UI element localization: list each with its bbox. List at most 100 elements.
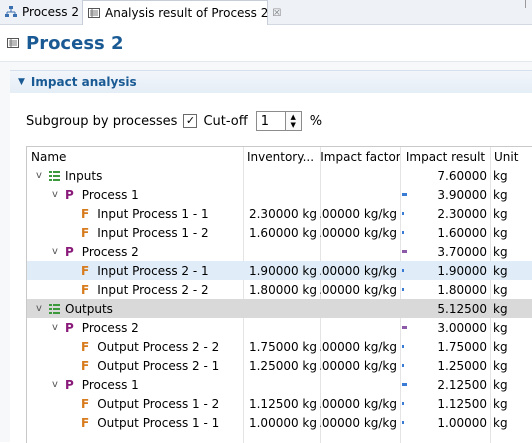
expand-chevron-icon[interactable]: v (49, 322, 61, 333)
name-cell: F Input Process 2 - 1 (27, 261, 243, 280)
column-header-unit[interactable]: Unit (490, 147, 532, 166)
table-row[interactable]: v P Process 2 3.70000 kg (27, 242, 532, 261)
impact-result-cell: 1.12500 (400, 394, 490, 413)
flow-icon: F (81, 415, 90, 430)
table-row[interactable]: v P Process 1 3.90000 kg (27, 185, 532, 204)
impact-result-cell: 1.75000 (400, 337, 490, 356)
inventory-cell (243, 375, 320, 394)
spinner-buttons[interactable]: ▲ ▼ (285, 111, 302, 131)
row-name: Process 1 (81, 377, 139, 392)
spin-down-icon[interactable]: ▼ (291, 121, 296, 129)
unit-cell: kg (493, 244, 508, 259)
unit-cell: kg (493, 301, 508, 316)
column-header-name[interactable]: Name (27, 147, 243, 166)
name-cell: v P Process 2 (27, 242, 243, 261)
name-cell: v P Process 1 (27, 375, 243, 394)
unit-cell: kg (493, 396, 508, 411)
impact-result-cell: 7.60000 (437, 168, 487, 183)
cutoff-spinner[interactable]: 1 ▲ ▼ (255, 111, 302, 131)
expand-chevron-icon[interactable]: v (49, 379, 61, 390)
table-row[interactable]: FInput Process 1 - 1 2.30000 kg1.00000 kg… (27, 204, 532, 223)
expand-chevron-icon[interactable]: v (49, 189, 61, 200)
name-cell: F Input Process 1 - 1 (27, 204, 243, 223)
inventory-cell (243, 242, 320, 261)
table-row[interactable]: v Outputs 5.12500 kg (27, 299, 532, 318)
row-name: Outputs (65, 301, 113, 316)
name-cell: F Output Process 2 - 2 (27, 337, 243, 356)
inventory-cell: 1.25000 kg (248, 358, 317, 373)
cutoff-value-input[interactable]: 1 (255, 111, 286, 131)
impact-factor-cell: 1.00000 kg/kg (320, 206, 397, 221)
editor-tab-bar: Process 2 Analysis result of Process 2 ☒ (0, 0, 532, 25)
flow-group-icon (49, 303, 61, 315)
spin-up-icon[interactable]: ▲ (291, 113, 296, 121)
section-title: Impact analysis (30, 75, 137, 89)
row-name: Process 1 (81, 187, 139, 202)
impact-factor-cell: 1.00000 kg/kg (320, 415, 397, 430)
expand-chevron-icon[interactable]: v (49, 246, 61, 257)
collapse-arrow-icon[interactable]: ▼ (18, 77, 25, 87)
row-name: Inputs (65, 168, 103, 183)
table-row[interactable]: FInput Process 2 - 21.80000 kg1.00000 kg… (27, 280, 532, 299)
name-cell: F Output Process 1 - 2 (27, 394, 243, 413)
table-row[interactable]: FInput Process 1 - 21.60000 kg1.00000 kg… (27, 223, 532, 242)
impact-tree-table[interactable]: Name Inventory... Impact factor Impact r… (26, 146, 532, 443)
impact-factor-cell (320, 166, 400, 185)
table-row[interactable]: FOutput Process 1 - 11.00000 kg1.00000 k… (27, 413, 532, 432)
impact-result-cell: 2.30000 (400, 204, 490, 223)
table-row[interactable]: v P Process 1 2.12500 kg (27, 375, 532, 394)
column-header-impact-factor[interactable]: Impact factor (320, 147, 400, 166)
expand-chevron-icon[interactable]: v (33, 170, 45, 181)
expand-chevron-icon[interactable]: v (33, 303, 45, 314)
flow-icon: F (81, 396, 90, 411)
inventory-cell (243, 318, 320, 337)
contribution-bar (402, 326, 407, 329)
tab-bar-edge (525, 0, 532, 8)
name-cell: F Input Process 2 - 2 (27, 280, 243, 299)
tab-analysis-result[interactable]: Analysis result of Process 2 ☒ (82, 0, 281, 25)
impact-result-cell: 5.12500 (437, 301, 487, 316)
unit-cell: kg (493, 320, 508, 335)
impact-factor-cell (320, 318, 400, 337)
unit-cell: kg (493, 339, 508, 354)
row-name: Output Process 2 - 1 (97, 358, 220, 373)
row-name: Output Process 1 - 2 (97, 396, 220, 411)
contribution-bar (402, 250, 407, 253)
impact-result-cell: 1.80000 (400, 280, 490, 299)
contribution-bar (402, 364, 404, 367)
row-name: Output Process 1 - 1 (97, 415, 220, 430)
section-header[interactable]: ▼ Impact analysis (10, 70, 532, 94)
impact-result-cell: 3.70000 (400, 242, 490, 261)
table-row[interactable]: FOutput Process 2 - 2 1.75000 kg 1.00000 k… (27, 337, 532, 356)
column-header-impact-result[interactable]: Impact result (400, 147, 490, 166)
unit-cell: kg (493, 377, 508, 392)
name-cell: F Input Process 1 - 2 (27, 223, 243, 242)
flow-icon: F (81, 263, 90, 278)
impact-factor-cell: 1.00000 kg/kg (320, 339, 397, 354)
name-cell: F Output Process 1 - 1 (27, 413, 243, 432)
cutoff-checkbox[interactable]: ✓ (183, 114, 198, 128)
row-name: Output Process 2 - 2 (97, 339, 220, 354)
table-row[interactable]: v P Process 2 3.00000 kg (27, 318, 532, 337)
inventory-cell: 2.30000 kg (248, 206, 317, 221)
table-row[interactable]: FInput Process 2 - 11.90000 kg1.00000 kg… (27, 261, 532, 280)
analysis-controls: Subgroup by processes ✓ Cut-off 1 ▲ ▼ % (26, 109, 322, 133)
contribution-bar (402, 402, 404, 405)
tab-label: Analysis result of Process 2 (105, 6, 269, 20)
column-header-inventory[interactable]: Inventory... (243, 147, 320, 166)
inventory-cell (243, 299, 320, 318)
row-name: Input Process 1 - 2 (97, 225, 209, 240)
table-row[interactable]: v Inputs 7.60000 kg (27, 166, 532, 185)
tab-process-2[interactable]: Process 2 (0, 0, 82, 24)
table-row[interactable]: FOutput Process 1 - 21.12500 kg1.00000 k… (27, 394, 532, 413)
name-cell: v Outputs (27, 299, 243, 318)
impact-factor-cell (320, 375, 400, 394)
page-title: Process 2 (26, 32, 124, 54)
tab-label: Process 2 (22, 5, 79, 19)
contribution-bar (402, 421, 404, 424)
process-icon: P (65, 244, 74, 259)
unit-cell: kg (493, 282, 508, 297)
close-icon[interactable]: ☒ (272, 8, 281, 19)
analysis-doc-icon (6, 36, 20, 50)
table-row[interactable]: FOutput Process 2 - 11.25000 kg1.00000 k… (27, 356, 532, 375)
